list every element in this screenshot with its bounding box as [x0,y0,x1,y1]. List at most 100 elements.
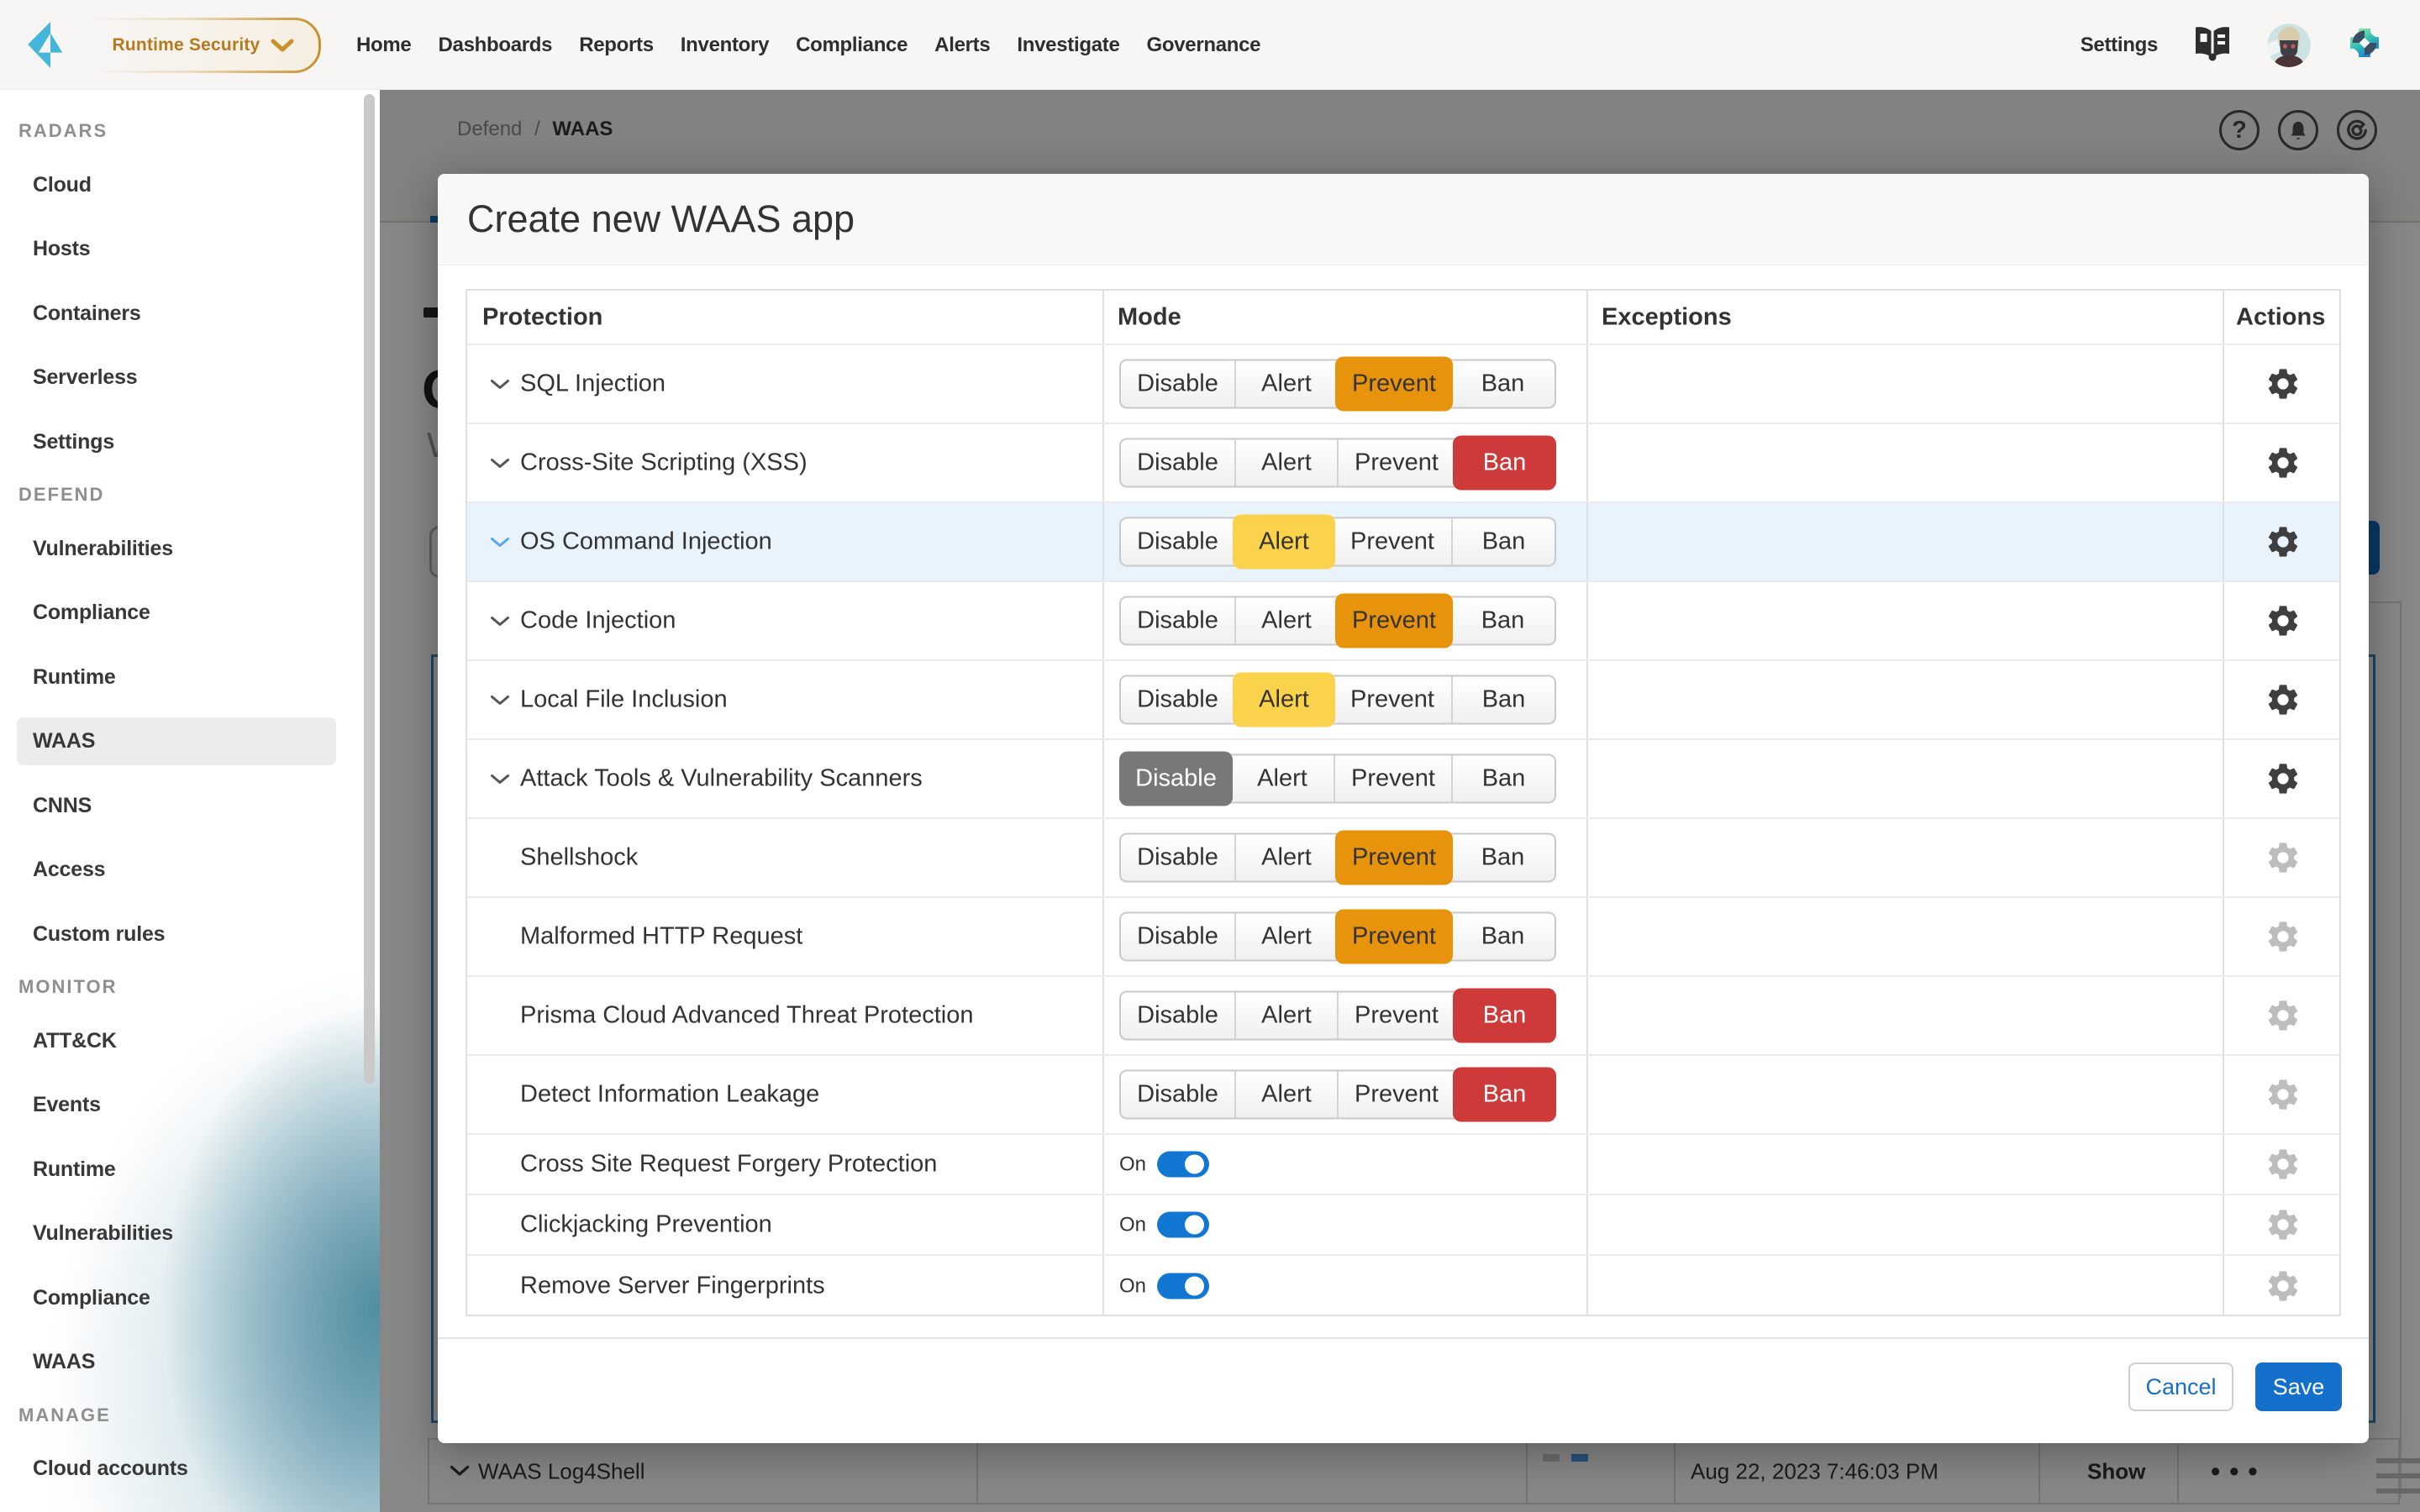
mode-option-alert[interactable]: Alert [1234,914,1337,960]
sidebar-item-vulnerabilities[interactable]: Vulnerabilities [0,517,380,581]
sidebar-item-containers[interactable]: Containers [0,281,380,346]
column-divider [1586,1135,1588,1194]
nav-item-inventory[interactable]: Inventory [681,34,769,57]
row-settings-gear-icon[interactable] [2265,1268,2302,1305]
row-settings-gear-icon[interactable] [2265,1076,2302,1113]
sidebar-item-waas[interactable]: WAAS [0,709,380,774]
docs-book-icon[interactable] [2193,24,2232,66]
nav-item-home[interactable]: Home [356,34,411,57]
mode-option-alert[interactable]: Alert [1234,361,1337,407]
sidebar-item-custom-rules[interactable]: Custom rules [0,902,380,967]
nav-item-reports[interactable]: Reports [579,34,654,57]
expand-chevron-icon[interactable] [487,371,513,396]
mode-option-prevent[interactable]: Prevent [1337,1072,1455,1118]
expand-chevron-icon[interactable] [487,450,513,475]
mode-option-disable[interactable]: Disable [1119,752,1233,806]
mode-option-disable[interactable]: Disable [1121,914,1234,960]
toggle-switch[interactable] [1157,1212,1209,1238]
nav-item-alerts[interactable]: Alerts [934,34,990,57]
sidebar-item-serverless[interactable]: Serverless [0,345,380,410]
sidebar-scrollbar[interactable] [364,94,375,1084]
nav-item-investigate[interactable]: Investigate [1017,34,1119,57]
toggle-switch[interactable] [1157,1273,1209,1299]
mode-option-prevent[interactable]: Prevent [1334,756,1451,802]
row-settings-gear-icon[interactable] [2265,760,2302,797]
nav-item-dashboards[interactable]: Dashboards [438,34,552,57]
sidebar-item-cloud-accounts[interactable]: Cloud accounts [0,1436,380,1501]
user-avatar[interactable] [2267,24,2311,67]
mode-option-disable[interactable]: Disable [1121,835,1234,881]
mode-option-alert[interactable]: Alert [1234,1072,1337,1118]
save-button[interactable]: Save [2255,1362,2342,1411]
nav-item-compliance[interactable]: Compliance [796,34,908,57]
row-settings-gear-icon[interactable] [2265,523,2302,560]
sidebar-item-settings[interactable]: Settings [0,410,380,475]
mode-option-prevent[interactable]: Prevent [1335,594,1453,648]
sidebar-item-vulnerabilities[interactable]: Vulnerabilities [0,1201,380,1266]
sidebar-item-runtime[interactable]: Runtime [0,645,380,710]
mode-option-disable[interactable]: Disable [1121,993,1234,1039]
mode-option-ban[interactable]: Ban [1451,361,1555,407]
mode-option-disable[interactable]: Disable [1121,519,1234,565]
mode-option-ban[interactable]: Ban [1453,1068,1556,1122]
mode-option-ban[interactable]: Ban [1451,598,1555,644]
row-settings-gear-icon[interactable] [2265,602,2302,639]
modal-title: Create new WAAS app [467,197,855,241]
mode-option-alert[interactable]: Alert [1234,993,1337,1039]
mode-option-prevent[interactable]: Prevent [1337,993,1455,1039]
row-settings-gear-icon[interactable] [2265,365,2302,402]
sidebar-item-access[interactable]: Access [0,837,380,902]
mode-option-disable[interactable]: Disable [1121,1072,1234,1118]
cancel-button[interactable]: Cancel [2128,1362,2233,1411]
mode-option-prevent[interactable]: Prevent [1335,831,1453,885]
nav-item-governance[interactable]: Governance [1147,34,1261,57]
mode-option-disable[interactable]: Disable [1121,440,1234,486]
expand-chevron-icon[interactable] [487,687,513,712]
sidebar-item-runtime[interactable]: Runtime [0,1137,380,1202]
ai-spark-icon[interactable] [2346,24,2383,66]
sidebar-item-cloud[interactable]: Cloud [0,153,380,218]
mode-option-alert[interactable]: Alert [1234,835,1337,881]
row-settings-gear-icon[interactable] [2265,997,2302,1034]
mode-option-prevent[interactable]: Prevent [1337,440,1455,486]
row-settings-gear-icon[interactable] [2265,1206,2302,1243]
module-switcher[interactable]: Runtime Security [86,18,321,73]
mode-option-ban[interactable]: Ban [1451,835,1555,881]
expand-chevron-icon[interactable] [487,529,513,554]
mode-option-alert[interactable]: Alert [1233,515,1335,570]
mode-option-ban[interactable]: Ban [1451,756,1555,802]
mode-option-ban[interactable]: Ban [1453,436,1556,491]
expand-chevron-icon[interactable] [487,766,513,791]
row-settings-gear-icon[interactable] [2265,1146,2302,1183]
mode-option-ban[interactable]: Ban [1451,519,1555,565]
row-settings-gear-icon[interactable] [2265,681,2302,718]
sidebar-item-hosts[interactable]: Hosts [0,217,380,281]
sidebar-item-waas[interactable]: WAAS [0,1330,380,1394]
prisma-cloud-logo-icon[interactable] [28,22,63,72]
mode-option-alert[interactable]: Alert [1234,440,1337,486]
sidebar-item-att-ck[interactable]: ATT&CK [0,1009,380,1074]
mode-option-disable[interactable]: Disable [1121,677,1234,723]
toggle-switch[interactable] [1157,1152,1209,1178]
row-settings-gear-icon[interactable] [2265,839,2302,876]
sidebar-item-events[interactable]: Events [0,1073,380,1137]
mode-option-ban[interactable]: Ban [1453,989,1556,1043]
mode-option-alert[interactable]: Alert [1233,673,1335,727]
mode-option-alert[interactable]: Alert [1231,756,1334,802]
row-settings-gear-icon[interactable] [2265,444,2302,481]
mode-option-alert[interactable]: Alert [1234,598,1337,644]
mode-option-disable[interactable]: Disable [1121,361,1234,407]
mode-option-prevent[interactable]: Prevent [1334,519,1451,565]
sidebar-item-compliance[interactable]: Compliance [0,1266,380,1331]
row-settings-gear-icon[interactable] [2265,918,2302,955]
mode-option-prevent[interactable]: Prevent [1334,677,1451,723]
mode-option-ban[interactable]: Ban [1451,914,1555,960]
mode-option-prevent[interactable]: Prevent [1335,910,1453,964]
mode-option-prevent[interactable]: Prevent [1335,357,1453,412]
expand-chevron-icon[interactable] [487,608,513,633]
mode-option-disable[interactable]: Disable [1121,598,1234,644]
sidebar-item-cnns[interactable]: CNNS [0,774,380,838]
mode-option-ban[interactable]: Ban [1451,677,1555,723]
sidebar-item-compliance[interactable]: Compliance [0,580,380,645]
settings-link[interactable]: Settings [2081,34,2158,57]
